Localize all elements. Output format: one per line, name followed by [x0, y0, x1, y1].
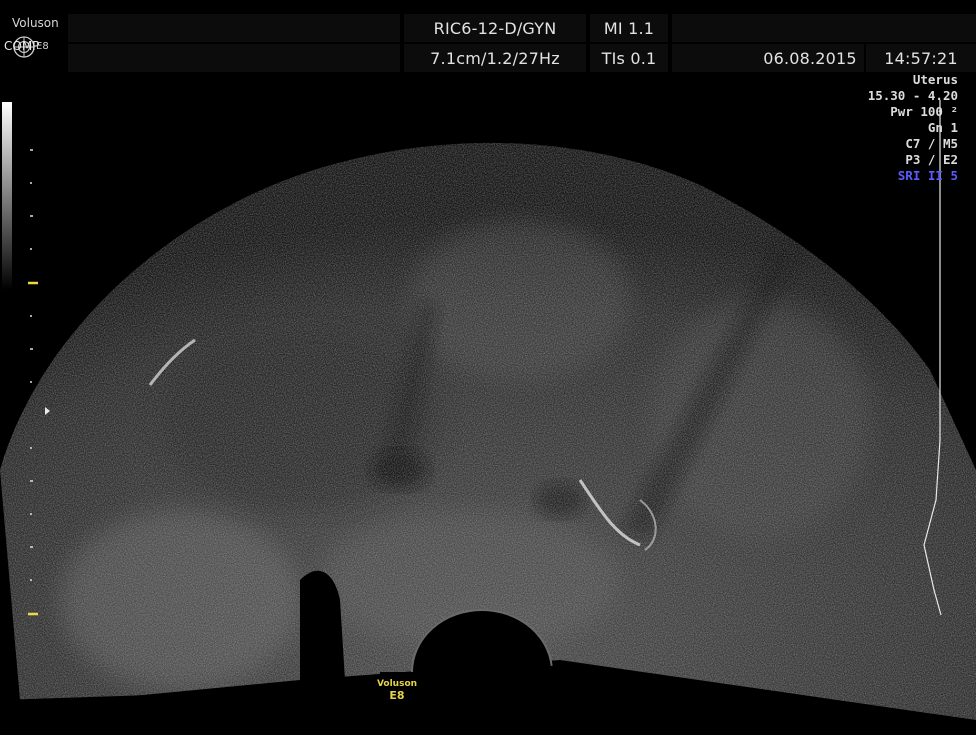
sri-label: SRI II 5	[897, 168, 958, 183]
header-blank-cell	[68, 14, 400, 42]
parameter-panel: Uterus 15.30 - 4.20 Pwr 100 ² Gn 1 C7 / …	[868, 72, 958, 184]
footer-model-label: E8	[389, 689, 405, 702]
mechanical-index: MI 1.1	[590, 14, 668, 42]
preset-label: Uterus	[912, 72, 958, 87]
footer-logo: Voluson E8	[372, 678, 422, 702]
frequency-label: 15.30 - 4.20	[867, 88, 958, 103]
ultrasound-image	[0, 100, 976, 735]
gain-label: Gn 1	[927, 120, 958, 135]
header-blank-cell	[672, 44, 756, 72]
depth-ruler	[28, 149, 50, 616]
probe-label: RIC6-12-D/GYN	[404, 14, 586, 42]
exam-date: 06.08.2015	[756, 44, 864, 72]
thermal-index: TIs 0.1	[590, 44, 668, 72]
c-m-label: C7 / M5	[905, 136, 958, 151]
power-label: Pwr 100 ²	[890, 104, 958, 119]
depth-info: 7.1cm/1.2/27Hz	[404, 44, 586, 72]
header-blank-cell	[672, 14, 976, 42]
header-blank-cell	[68, 44, 400, 72]
p-e-label: P3 / E2	[905, 152, 958, 167]
exam-time: 14:57:21	[866, 44, 976, 72]
focus-marker-icon	[45, 407, 50, 415]
